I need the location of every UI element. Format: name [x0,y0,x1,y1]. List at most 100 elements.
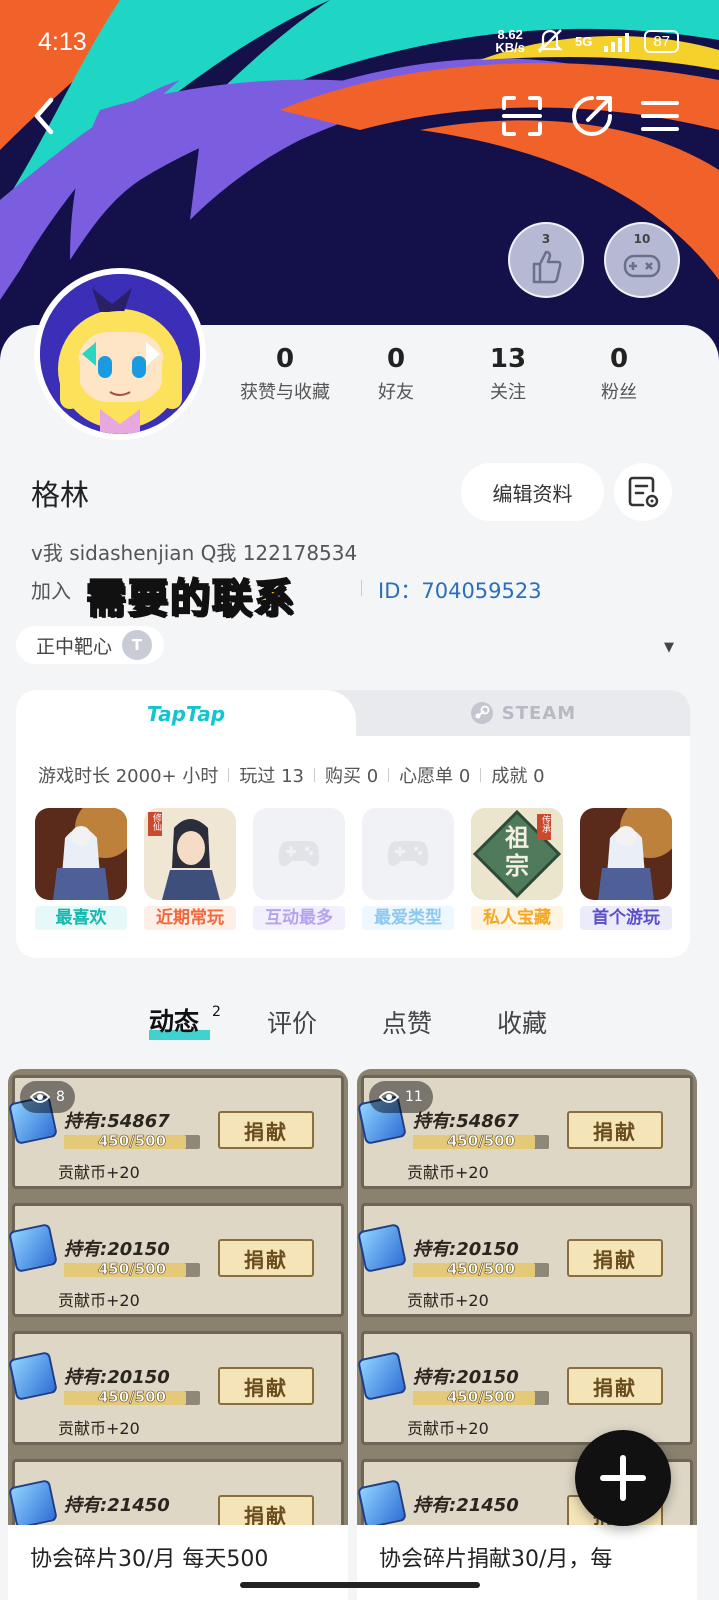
thumbs-up-icon [532,250,562,284]
game-tile-private-gem[interactable]: 祖宗 传承 私人宝藏 [471,808,563,930]
donation-row: 持有:20150 450/500 贡献币+20 捐献 [8,1325,348,1449]
tab-favorites[interactable]: 收藏 [497,1004,547,1040]
stat-followers[interactable]: 0 粉丝 [564,344,674,404]
progress-bar: 450/500 [413,1388,549,1406]
tab-likes[interactable]: 点赞 [382,1004,432,1040]
game-cover: 修仙 [144,808,236,900]
share-icon [572,96,612,136]
game-badge[interactable]: 10 [604,222,680,298]
shard-icon [8,1479,58,1529]
view-count: 8 [20,1081,75,1113]
game-label: 近期常玩 [144,906,236,930]
games-panel: STEAM TapTap 游戏时长 2000+ 小时 玩过 13 购买 0 心愿… [16,690,690,958]
scan-icon [502,96,542,136]
back-button[interactable] [20,92,68,140]
chevron-down-icon[interactable]: ▼ [664,640,674,655]
progress-bar: 450/500 [64,1388,200,1406]
menu-button[interactable] [636,92,684,140]
posts-count: 2 [212,1004,221,1020]
game-cover [35,808,127,900]
tab-taptap[interactable]: TapTap [16,690,356,738]
document-settings-icon [628,476,659,508]
game-showcase: 最喜欢 修仙 近期常玩 互动最多 最爱类型 祖宗 传承 私人宝藏 首个游玩 [35,808,675,938]
back-arrow-icon [34,97,54,135]
tab-posts[interactable]: 动态 [149,1002,199,1038]
game-badge-art: 传承 [540,815,550,833]
shard-icon [8,1223,58,1273]
donate-button: 捐献 [567,1367,663,1405]
feed-caption[interactable]: 协会碎片捐献30/月，每 [357,1525,697,1600]
donate-button: 捐献 [567,1111,663,1149]
donation-row: 持有:20150 450/500 贡献币+20 捐献 [357,1197,697,1321]
mute-icon [537,29,563,53]
game-label: 互动最多 [253,906,345,930]
game-label: 最喜欢 [35,906,127,930]
plus-icon [600,1455,646,1501]
share-button[interactable] [568,92,616,140]
game-tile-favorite-genre[interactable]: 最爱类型 [362,808,454,930]
progress-bar: 450/500 [413,1132,549,1150]
game-cover-placeholder [362,808,454,900]
profile-settings-button[interactable] [614,463,672,521]
game-cover-placeholder [253,808,345,900]
game-tile-favorite[interactable]: 最喜欢 [35,808,127,930]
stat-friends[interactable]: 0 好友 [341,344,451,404]
feed-card[interactable]: 8 持有:54867 450/500 贡献币+20 捐献 持有:20150 45… [8,1069,348,1600]
eye-icon [30,1091,50,1103]
game-tile-recent[interactable]: 修仙 近期常玩 [144,808,236,930]
shard-icon [357,1223,407,1273]
game-tile-most-interaction[interactable]: 互动最多 [253,808,345,930]
tab-reviews[interactable]: 评价 [267,1004,317,1040]
profile-bio: v我 sidashenjian Q我 122178534 [31,541,358,565]
donate-button: 捐献 [218,1367,314,1405]
donate-button: 捐献 [218,1111,314,1149]
eye-icon [379,1091,399,1103]
game-tile-first-played[interactable]: 首个游玩 [580,808,672,930]
gamepad-icon [388,841,428,867]
game-label: 私人宝藏 [471,906,563,930]
platform-tabs: STEAM TapTap [16,690,690,738]
overlay-caption: 需要的联系 [85,575,296,623]
feed-card[interactable]: 11 持有:54867 450/500 贡献币+20 捐献 持有:20150 4… [357,1069,697,1600]
net-speed: 8.62 KB/s [495,27,525,55]
donation-row: 持有:20150 450/500 贡献币+20 捐献 [8,1197,348,1321]
feed-caption[interactable]: 协会碎片30/月 每天500 [8,1525,348,1600]
tab-steam[interactable]: STEAM [356,690,690,736]
donate-button: 捐献 [218,1239,314,1277]
game-summary: 游戏时长 2000+ 小时 玩过 13 购买 0 心愿单 0 成就 0 [38,766,545,787]
game-title-art: 祖宗 [505,824,529,880]
donation-row: 持有:20150 450/500 贡献币+20 捐献 [357,1325,697,1449]
status-time: 4:13 [38,28,87,56]
progress-bar: 450/500 [64,1132,200,1150]
gamepad-icon [279,841,319,867]
status-bar: 4:13 8.62 KB/s 5G 87 [0,0,719,80]
divider [361,580,362,596]
status-indicators: 8.62 KB/s 5G 87 [495,28,679,54]
steam-icon [470,702,493,724]
title-tag[interactable]: 正中靶心 T [16,626,165,664]
shard-icon [357,1479,407,1529]
stat-following[interactable]: 13 关注 [453,344,563,404]
signal-icon [604,33,630,52]
progress-bar: 450/500 [64,1260,200,1278]
avatar-character [40,274,200,434]
gamepad-icon [623,254,661,278]
user-id[interactable]: ID：704059523 [378,575,542,605]
like-badge[interactable]: 3 [508,222,584,298]
battery-indicator: 87 [644,29,679,53]
game-label: 首个游玩 [580,906,672,930]
edit-profile-button[interactable]: 编辑资料 [461,463,604,521]
game-label: 最爱类型 [362,906,454,930]
profile-page: 4:13 8.62 KB/s 5G 87 3 10 0 获赞与收藏 0 好友 1… [0,0,719,1600]
scan-button[interactable] [498,92,546,140]
home-indicator[interactable] [240,1582,480,1588]
avatar[interactable] [34,268,206,440]
game-cover: 祖宗 传承 [471,808,563,900]
view-count: 11 [369,1081,433,1113]
create-post-button[interactable] [575,1430,671,1526]
username: 格林 [31,478,90,512]
game-cover [580,808,672,900]
stat-likes[interactable]: 0 获赞与收藏 [230,344,340,404]
game-tag: 修仙 [151,813,161,831]
title-coin-icon: T [122,630,153,660]
